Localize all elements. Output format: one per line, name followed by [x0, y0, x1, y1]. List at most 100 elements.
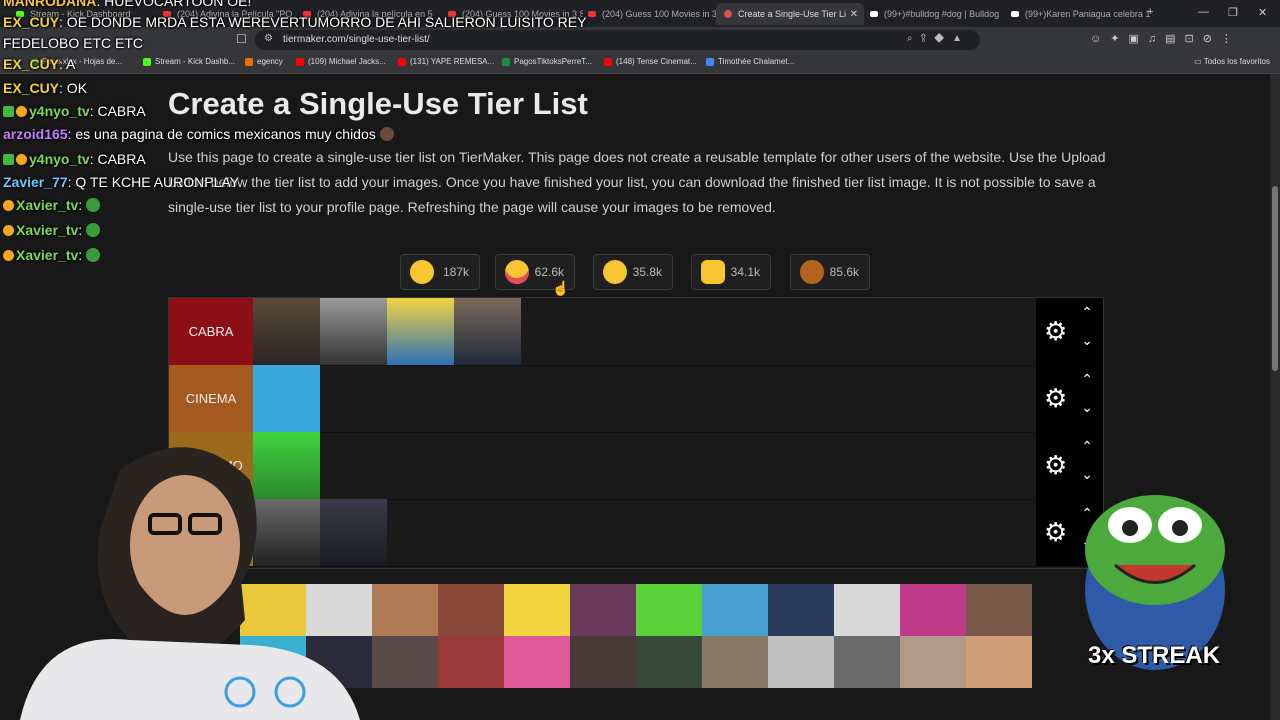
bookmark-item[interactable]: egency: [245, 57, 283, 66]
webcam-overlay: [20, 447, 360, 720]
pool-item-image[interactable]: [768, 584, 834, 636]
heart-eyes-emoji-icon: [505, 260, 529, 284]
site-info-icon[interactable]: ⚙: [264, 33, 273, 44]
close-window-icon[interactable]: ✕: [1258, 6, 1267, 19]
chevron-down-icon[interactable]: ⌄: [1081, 399, 1093, 416]
tiktok-icon: [870, 11, 878, 17]
chevron-up-icon[interactable]: ⌃: [1081, 371, 1093, 388]
tier-controls: ⚙ ⌃ ⌄: [1036, 298, 1103, 365]
tier-label[interactable]: CINEMA: [169, 365, 253, 432]
new-tab-icon[interactable]: +: [1147, 6, 1153, 18]
bookmark-item[interactable]: (131) YAPE REMESA...: [398, 57, 494, 66]
pool-item-image[interactable]: [504, 584, 570, 636]
sub-badge-icon: [3, 250, 14, 261]
pool-item-image[interactable]: [570, 584, 636, 636]
tier-label[interactable]: CABRA: [169, 298, 253, 365]
bookmarks-bar: Pepe.xlsx - Hojas de... Stream - Kick Da…: [0, 53, 1280, 74]
pool-item-image[interactable]: [636, 636, 702, 688]
tab-tiktok-1[interactable]: (99+)#bulldog #dog | Bulldog: [862, 3, 1005, 25]
pool-item-image[interactable]: [372, 636, 438, 688]
crown-badge-icon: [16, 106, 27, 117]
minimize-icon[interactable]: —: [1198, 6, 1209, 18]
streak-label: 3x STREAK: [1088, 642, 1221, 669]
tier-item-image[interactable]: [253, 365, 320, 432]
chat-message: y4nyo_tv: CABRA: [3, 151, 146, 167]
bookmark-item[interactable]: Timothée Chalamet...: [706, 57, 794, 66]
chat-message: Xavier_tv:: [3, 222, 101, 238]
reaction-laughing[interactable]: 35.8k: [593, 254, 673, 290]
laughing-emoji-icon: [603, 260, 627, 284]
pool-item-image[interactable]: [768, 636, 834, 688]
pool-item-image[interactable]: [900, 584, 966, 636]
bookmark-item[interactable]: (148) Tense Cinemat...: [604, 57, 697, 66]
emote-icon: [379, 127, 394, 141]
page-title: Create a Single-Use Tier List: [168, 86, 588, 121]
all-bookmarks-folder[interactable]: ▭ Todos los favoritos: [1194, 57, 1270, 66]
mod-badge-icon: [3, 154, 14, 165]
close-tab-icon[interactable]: ✕: [850, 9, 858, 20]
tab-tiktok-2[interactable]: (99+)Karen Paniagua celebra 1: [1003, 3, 1151, 25]
chat-message: FEDELOBO ETC ETC: [3, 35, 144, 51]
pool-item-image[interactable]: [702, 636, 768, 688]
bookmark-item[interactable]: Stream - Kick Dashb...: [143, 57, 235, 66]
pool-item-image[interactable]: [438, 636, 504, 688]
youtube-icon: [604, 57, 612, 66]
chevron-up-icon[interactable]: ⌃: [1081, 304, 1093, 321]
chat-message: Xavier_tv:: [3, 247, 101, 263]
bookmark-star-icon[interactable]: ☐: [236, 32, 247, 46]
chat-message: y4nyo_tv: CABRA: [3, 103, 146, 119]
tiktok-icon: [1011, 11, 1019, 17]
maximize-icon[interactable]: ❐: [1228, 6, 1238, 19]
tier-row: CINEMA ⚙ ⌃ ⌄: [169, 365, 1103, 433]
sub-badge-icon: [3, 225, 14, 236]
pool-item-image[interactable]: [834, 584, 900, 636]
pool-item-image[interactable]: [372, 584, 438, 636]
tier-item-image[interactable]: [320, 298, 387, 365]
pepe-emote-icon: [86, 223, 101, 237]
tab-tiermaker[interactable]: Create a Single-Use Tier Li ✕: [716, 3, 864, 25]
pool-item-image[interactable]: [702, 584, 768, 636]
gear-icon[interactable]: ⚙: [1044, 452, 1067, 478]
pool-item-image[interactable]: [900, 636, 966, 688]
pepe-emote-icon: [86, 198, 101, 212]
pool-item-image[interactable]: [966, 584, 1032, 636]
gear-icon[interactable]: ⚙: [1044, 519, 1067, 545]
doc-icon: [706, 57, 714, 66]
tab-youtube-4[interactable]: (204) Guess 100 Movies in 3 Se: [580, 3, 718, 25]
page-description: Use this page to create a single-use tie…: [168, 149, 1106, 215]
pool-item-image[interactable]: [570, 636, 636, 688]
url-field[interactable]: ⚙ tiermaker.com/single-use-tier-list/ ⌕⇪…: [255, 30, 980, 50]
scrollbar-thumb[interactable]: [1272, 186, 1278, 371]
tiermaker-icon: [724, 10, 732, 18]
pool-item-image[interactable]: [966, 636, 1032, 688]
tier-item-image[interactable]: [387, 298, 454, 365]
bookmark-item[interactable]: (109) Michael Jacks...: [296, 57, 386, 66]
chat-message: EX_CUY: OE DONDE MRDA ESTA WEREVERTUMORR…: [3, 14, 587, 30]
reaction-poop[interactable]: 85.6k: [790, 254, 870, 290]
extension-icons[interactable]: ☺✦▣♫▤⊡⊘⋮: [1090, 32, 1241, 45]
url-text: tiermaker.com/single-use-tier-list/: [283, 34, 430, 45]
url-action-icons[interactable]: ⌕⇪◆▲: [907, 33, 970, 44]
reaction-raised-hands[interactable]: 34.1k: [691, 254, 771, 290]
chat-message: Xavier_tv:: [3, 197, 101, 213]
chevron-up-icon[interactable]: ⌃: [1081, 438, 1093, 455]
tier-item-image[interactable]: [253, 298, 320, 365]
chat-message: EX_CUY: OK: [3, 80, 88, 96]
reaction-grin[interactable]: 187k: [400, 254, 480, 290]
gear-icon[interactable]: ⚙: [1044, 385, 1067, 411]
address-bar-row: ☐ ⚙ tiermaker.com/single-use-tier-list/ …: [0, 27, 1280, 53]
pool-item-image[interactable]: [636, 584, 702, 636]
pool-item-image[interactable]: [504, 636, 570, 688]
tier-row: CABRA ⚙ ⌃ ⌄: [169, 298, 1103, 366]
sub-badge-icon: [3, 200, 14, 211]
pepe-emote-icon: [86, 248, 101, 262]
pool-item-image[interactable]: [834, 636, 900, 688]
tier-item-image[interactable]: [454, 298, 521, 365]
chevron-down-icon[interactable]: ⌄: [1081, 332, 1093, 349]
grin-emoji-icon: [410, 260, 434, 284]
pool-item-image[interactable]: [438, 584, 504, 636]
scrollbar[interactable]: [1270, 74, 1280, 720]
bookmark-item[interactable]: PagosTiktoksPerreT...: [502, 57, 592, 66]
gear-icon[interactable]: ⚙: [1044, 318, 1067, 344]
egency-icon: [245, 57, 253, 66]
